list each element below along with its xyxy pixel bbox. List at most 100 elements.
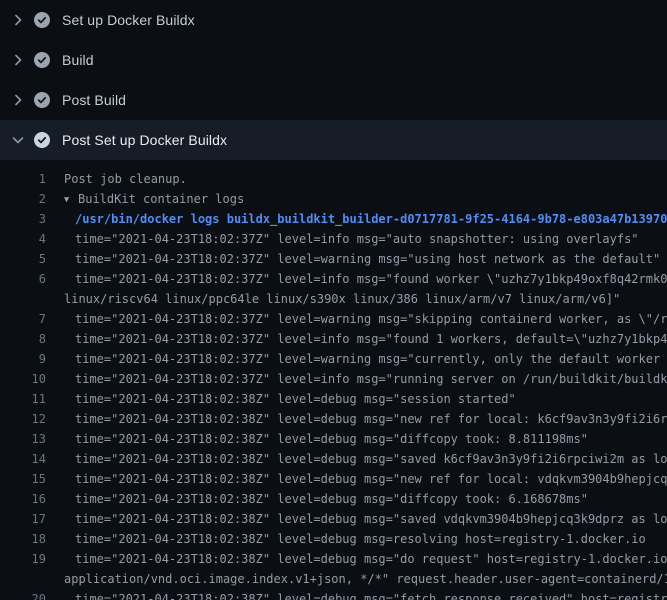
log-line-number[interactable]: 11 (0, 389, 46, 409)
log-line-text: time="2021-04-23T18:02:38Z" level=debug … (75, 589, 667, 600)
log-text-content: Post job cleanup. (64, 172, 187, 186)
log-line-text: time="2021-04-23T18:02:37Z" level=warnin… (75, 349, 667, 369)
log-line: 13 time="2021-04-23T18:02:38Z" level=deb… (0, 429, 667, 449)
log-line-number[interactable]: 14 (0, 449, 46, 469)
log-text-content: time="2021-04-23T18:02:38Z" level=debug … (75, 512, 667, 526)
log-line: 10 time="2021-04-23T18:02:37Z" level=inf… (0, 369, 667, 389)
check-circle-icon (34, 132, 50, 148)
log-line: 6 time="2021-04-23T18:02:37Z" level=info… (0, 269, 667, 289)
log-line-number[interactable]: 16 (0, 489, 46, 509)
log-area: 1 Post job cleanup. 2 ▼BuildKit containe… (0, 160, 667, 600)
log-line-number[interactable]: 5 (0, 249, 46, 269)
log-line-number[interactable]: 6 (0, 269, 46, 289)
log-line-text: time="2021-04-23T18:02:38Z" level=debug … (75, 429, 588, 449)
log-line: 12 time="2021-04-23T18:02:38Z" level=deb… (0, 409, 667, 429)
log-line: 3 /usr/bin/docker logs buildx_buildkit_b… (0, 209, 667, 229)
log-text-content: time="2021-04-23T18:02:38Z" level=debug … (75, 592, 667, 600)
log-line: 11 time="2021-04-23T18:02:38Z" level=deb… (0, 389, 667, 409)
log-line-number[interactable]: 18 (0, 529, 46, 549)
log-line-number[interactable]: 17 (0, 509, 46, 529)
log-text-content: time="2021-04-23T18:02:38Z" level=debug … (75, 492, 588, 506)
log-text-content: application/vnd.oci.image.index.v1+json,… (64, 572, 667, 586)
chevron-right-icon (10, 92, 26, 108)
log-line: 16 time="2021-04-23T18:02:38Z" level=deb… (0, 489, 667, 509)
log-line: 15 time="2021-04-23T18:02:38Z" level=deb… (0, 469, 667, 489)
log-line: 7 time="2021-04-23T18:02:37Z" level=warn… (0, 309, 667, 329)
check-circle-icon (34, 52, 50, 68)
log-line-text: time="2021-04-23T18:02:38Z" level=debug … (75, 529, 646, 549)
log-line-text: time="2021-04-23T18:02:37Z" level=info m… (75, 269, 667, 289)
log-line-number[interactable]: 7 (0, 309, 46, 329)
step-title: Post Build (62, 92, 126, 108)
log-text-content: time="2021-04-23T18:02:38Z" level=debug … (75, 532, 646, 546)
check-circle-icon (34, 92, 50, 108)
log-line-number[interactable]: 9 (0, 349, 46, 369)
log-line-text: time="2021-04-23T18:02:37Z" level=info m… (75, 229, 639, 249)
log-text-content: time="2021-04-23T18:02:37Z" level=warnin… (75, 312, 667, 326)
steps-list: Set up Docker Buildx Build Post Build (0, 0, 667, 120)
log-line-text: time="2021-04-23T18:02:37Z" level=info m… (75, 329, 667, 349)
log-line-number[interactable]: 8 (0, 329, 46, 349)
log-line: 17 time="2021-04-23T18:02:38Z" level=deb… (0, 509, 667, 529)
step-title: Build (62, 52, 94, 68)
log-line: 18 time="2021-04-23T18:02:38Z" level=deb… (0, 529, 667, 549)
log-line: 2 ▼BuildKit container logs (0, 189, 667, 209)
log-line-text: linux/riscv64 linux/ppc64le linux/s390x … (64, 289, 620, 309)
log-text-content: time="2021-04-23T18:02:38Z" level=debug … (75, 432, 588, 446)
step-row-expanded[interactable]: Post Set up Docker Buildx (0, 120, 667, 160)
collapse-triangle-icon: ▼ (64, 190, 78, 209)
log-line: 1 Post job cleanup. (0, 169, 667, 189)
log-line-text: time="2021-04-23T18:02:38Z" level=debug … (75, 389, 516, 409)
step-row[interactable]: Set up Docker Buildx (0, 0, 667, 40)
log-line-text: application/vnd.oci.image.index.v1+json,… (64, 569, 667, 589)
log-text-content: time="2021-04-23T18:02:37Z" level=warnin… (75, 352, 667, 366)
log-line-number[interactable]: 13 (0, 429, 46, 449)
log-text-content: BuildKit container logs (78, 192, 244, 206)
check-circle-icon (34, 12, 50, 28)
log-line-text[interactable]: ▼BuildKit container logs (64, 189, 244, 209)
log-line-number[interactable]: 4 (0, 229, 46, 249)
log-line-text: time="2021-04-23T18:02:38Z" level=debug … (75, 409, 667, 429)
actions-log-viewer: Set up Docker Buildx Build Post Build Po… (0, 0, 667, 600)
log-line-number[interactable]: 10 (0, 369, 46, 389)
log-line-number[interactable]: 20 (0, 589, 46, 600)
log-line-text: time="2021-04-23T18:02:38Z" level=debug … (75, 549, 667, 569)
log-text-content: time="2021-04-23T18:02:37Z" level=warnin… (75, 252, 660, 266)
log-text-content: time="2021-04-23T18:02:37Z" level=info m… (75, 272, 667, 286)
log-line: application/vnd.oci.image.index.v1+json,… (0, 569, 667, 589)
log-line: 5 time="2021-04-23T18:02:37Z" level=warn… (0, 249, 667, 269)
step-row[interactable]: Build (0, 40, 667, 80)
log-line-text: time="2021-04-23T18:02:37Z" level=warnin… (75, 309, 667, 329)
log-line: 4 time="2021-04-23T18:02:37Z" level=info… (0, 229, 667, 249)
log-line-text: Post job cleanup. (64, 169, 187, 189)
log-text-content: time="2021-04-23T18:02:37Z" level=info m… (75, 332, 667, 346)
chevron-right-icon (10, 52, 26, 68)
log-line: 19 time="2021-04-23T18:02:38Z" level=deb… (0, 549, 667, 569)
log-text-content: time="2021-04-23T18:02:38Z" level=debug … (75, 452, 667, 466)
log-line-number[interactable]: 3 (0, 209, 46, 229)
log-line-text: time="2021-04-23T18:02:38Z" level=debug … (75, 509, 667, 529)
log-text-content: time="2021-04-23T18:02:38Z" level=debug … (75, 552, 667, 566)
log-line-text: /usr/bin/docker logs buildx_buildkit_bui… (75, 209, 667, 229)
log-line: 9 time="2021-04-23T18:02:37Z" level=warn… (0, 349, 667, 369)
log-line-text: time="2021-04-23T18:02:38Z" level=debug … (75, 449, 667, 469)
log-line-number[interactable]: 19 (0, 549, 46, 569)
step-title: Set up Docker Buildx (62, 12, 195, 28)
log-line-number[interactable]: 12 (0, 409, 46, 429)
log-line-number[interactable] (0, 289, 46, 309)
log-text-content: time="2021-04-23T18:02:38Z" level=debug … (75, 472, 667, 486)
log-line-number[interactable]: 15 (0, 469, 46, 489)
log-text-content: time="2021-04-23T18:02:37Z" level=info m… (75, 232, 639, 246)
log-text-content: linux/riscv64 linux/ppc64le linux/s390x … (64, 292, 620, 306)
log-line-number[interactable]: 2 (0, 189, 46, 209)
chevron-right-icon (10, 12, 26, 28)
log-line-number[interactable]: 1 (0, 169, 46, 189)
log-line-text: time="2021-04-23T18:02:38Z" level=debug … (75, 469, 667, 489)
log-line-number[interactable] (0, 569, 46, 589)
log-line: 8 time="2021-04-23T18:02:37Z" level=info… (0, 329, 667, 349)
log-text-content: /usr/bin/docker logs buildx_buildkit_bui… (75, 212, 667, 226)
log-line: 14 time="2021-04-23T18:02:38Z" level=deb… (0, 449, 667, 469)
log-line-text: time="2021-04-23T18:02:38Z" level=debug … (75, 489, 588, 509)
log-line: linux/riscv64 linux/ppc64le linux/s390x … (0, 289, 667, 309)
step-row[interactable]: Post Build (0, 80, 667, 120)
